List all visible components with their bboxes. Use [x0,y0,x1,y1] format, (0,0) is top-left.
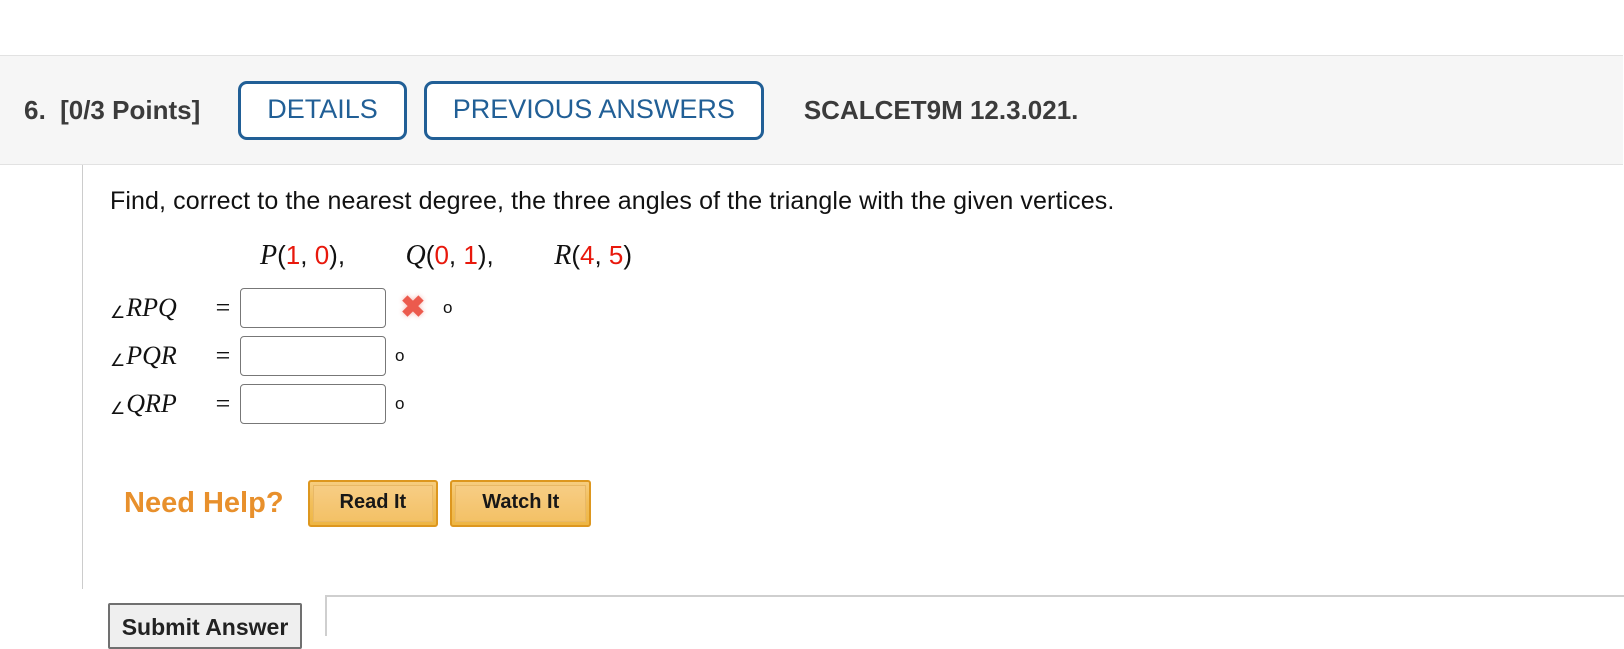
vertex-p-y: 0 [314,240,330,270]
vertices-line: P(1, 0), Q(0, 1), R(4, 5) [260,240,1624,272]
watch-it-button-label: Watch It [455,485,587,522]
vertex-p-separator: , [337,240,346,270]
vertex-p-name: P [260,240,278,271]
degree-symbol-qrp: o [395,394,405,413]
watch-it-button[interactable]: Watch It [450,480,592,527]
answer-row-pqr: ∠PQR = o [110,332,1624,380]
degree-symbol-pqr: o [395,346,405,365]
question-prompt: Find, correct to the nearest degree, the… [110,187,1115,215]
incorrect-icon: ✖ [400,291,426,324]
angle-label-qrp: ∠QRP [110,389,206,419]
need-help-section: Need Help? Read It Watch It [124,480,1624,527]
angle-label-qrp-text: QRP [126,389,177,418]
previous-answers-button[interactable]: PREVIOUS ANSWERS [423,80,764,140]
read-it-button-label: Read It [312,485,434,522]
vertex-r-y: 5 [608,240,624,270]
textbook-reference: SCALCET9M 12.3.021. [803,94,1079,125]
content-left-rule [82,165,83,589]
vertex-q-y: 1 [463,240,478,270]
answer-row-rpq: ∠RPQ = ✖ o [110,284,1624,332]
read-it-button[interactable]: Read It [307,480,439,527]
need-help-label: Need Help? [124,487,284,519]
vertex-p-x: 1 [285,240,301,270]
angle-icon: ∠ [110,399,126,418]
vertex-q-x: 0 [434,240,449,270]
question-points: [0/3 Points] [60,94,201,125]
vertex-r-x: 4 [580,240,595,270]
footer-panel [325,595,1624,636]
equals-sign-qrp: = [215,389,231,418]
equals-sign-rpq: = [215,293,231,322]
answer-input-qrp[interactable] [240,384,386,424]
vertex-q: Q(0, 1), [405,240,494,271]
vertex-r-name: R [554,240,572,271]
vertex-r: R(4, 5) [554,240,633,271]
vertex-p: P(1, 0), [260,240,346,271]
equals-sign-pqr: = [215,341,231,370]
answer-rows: ∠RPQ = ✖ o ∠PQR = o ∠QRP = o [110,284,1624,428]
vertex-q-name: Q [405,240,426,271]
question-footer: Submit Answer [0,589,1624,649]
page-top-spacer [0,0,1624,55]
question-header-bar: 6. [0/3 Points] DETAILS PREVIOUS ANSWERS… [0,55,1623,165]
angle-icon: ∠ [110,303,126,322]
details-button[interactable]: DETAILS [238,80,407,140]
angle-label-pqr: ∠PQR [110,341,206,371]
submit-answer-button[interactable]: Submit Answer [108,603,302,649]
vertex-q-separator: , [486,240,494,270]
degree-symbol-rpq: o [443,298,453,317]
question-body: Find, correct to the nearest degree, the… [0,165,1624,589]
answer-input-pqr[interactable] [240,336,386,376]
angle-label-rpq-text: RPQ [126,293,177,322]
angle-icon: ∠ [110,351,126,370]
angle-label-pqr-text: PQR [126,341,177,370]
answer-row-qrp: ∠QRP = o [110,380,1624,428]
angle-label-rpq: ∠RPQ [110,293,206,323]
question-number: 6. [24,94,47,125]
answer-input-rpq[interactable] [240,288,386,328]
